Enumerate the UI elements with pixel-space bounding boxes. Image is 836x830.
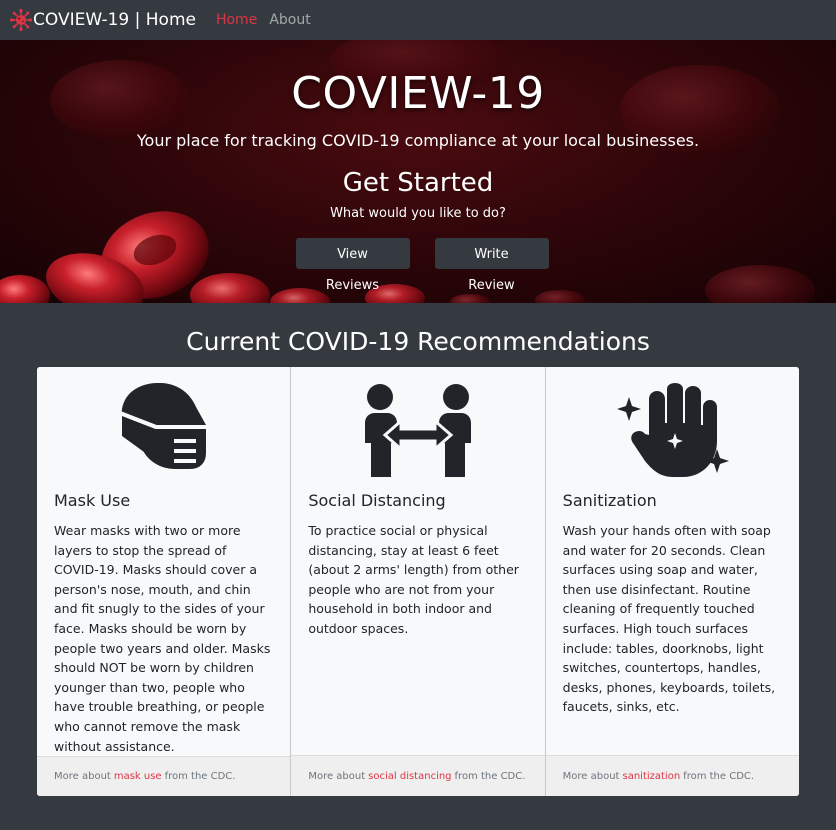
card-social-distancing: Social Distancing To practice social or … [291, 367, 546, 796]
footer-prefix: More about [562, 770, 620, 782]
hand-sparkles-icon [617, 383, 730, 477]
footer-suffix: from the CDC. [454, 770, 526, 782]
card-mask-use: Mask Use Wear masks with two or more lay… [37, 367, 292, 796]
hero-lead: Your place for tracking COVID-19 complia… [136, 131, 700, 150]
card-footer: More about mask use from the CDC. [37, 756, 291, 796]
nav-link-about[interactable]: About [269, 12, 310, 28]
card-body: Mask Use Wear masks with two or more lay… [37, 367, 290, 756]
people-arrows-icon [364, 384, 471, 477]
nav-link-home[interactable]: Home [216, 12, 257, 28]
mask-use-link[interactable]: mask use [114, 771, 162, 782]
recommendations-card-deck: Mask Use Wear masks with two or more lay… [37, 367, 799, 796]
hero-jumbotron: COVIEW-19 Your place for tracking COVID-… [0, 40, 836, 303]
card-title: Sanitization [562, 491, 657, 510]
card-text: Wash your hands often with soap and wate… [562, 523, 776, 715]
card-text: To practice social or physical distancin… [308, 523, 519, 636]
recommendations-title: Current COVID-19 Recommendations [186, 327, 650, 356]
card-footer: More about sanitization from the CDC. [545, 755, 799, 796]
card-body: Sanitization Wash your hands often with … [546, 367, 799, 755]
write-review-button[interactable]: Write Review [434, 238, 549, 293]
view-reviews-button[interactable]: View Reviews [295, 238, 410, 293]
card-sanitization: Sanitization Wash your hands often with … [545, 367, 799, 796]
card-title: Social Distancing [308, 491, 446, 510]
footer-suffix: from the CDC. [164, 771, 236, 783]
footer-suffix: from the CDC. [683, 770, 755, 782]
card-text: Wear masks with two or more layers to st… [54, 523, 271, 754]
social-distancing-link[interactable]: social distancing [368, 771, 451, 782]
sanitization-link[interactable]: sanitization [622, 771, 680, 782]
get-started-prompt: What would you like to do? [330, 206, 506, 221]
card-body: Social Distancing To practice social or … [291, 367, 544, 755]
card-title: Mask Use [54, 491, 131, 510]
footer-prefix: More about [308, 770, 366, 782]
card-footer: More about social distancing from the CD… [291, 755, 545, 796]
virus-logo-icon [10, 9, 32, 31]
brand-text: COVIEW-19 | Home [33, 10, 196, 30]
get-started-heading: Get Started [342, 168, 494, 198]
footer-prefix: More about [54, 771, 111, 783]
brand-link[interactable]: COVIEW-19 | Home [10, 9, 196, 31]
hero-content: COVIEW-19 Your place for tracking COVID-… [0, 40, 836, 293]
head-side-mask-icon [117, 383, 210, 475]
navbar: COVIEW-19 | Home Home About [0, 0, 836, 40]
hero-title: COVIEW-19 [291, 68, 545, 119]
hero-buttons: View Reviews Write Review [0, 238, 836, 293]
